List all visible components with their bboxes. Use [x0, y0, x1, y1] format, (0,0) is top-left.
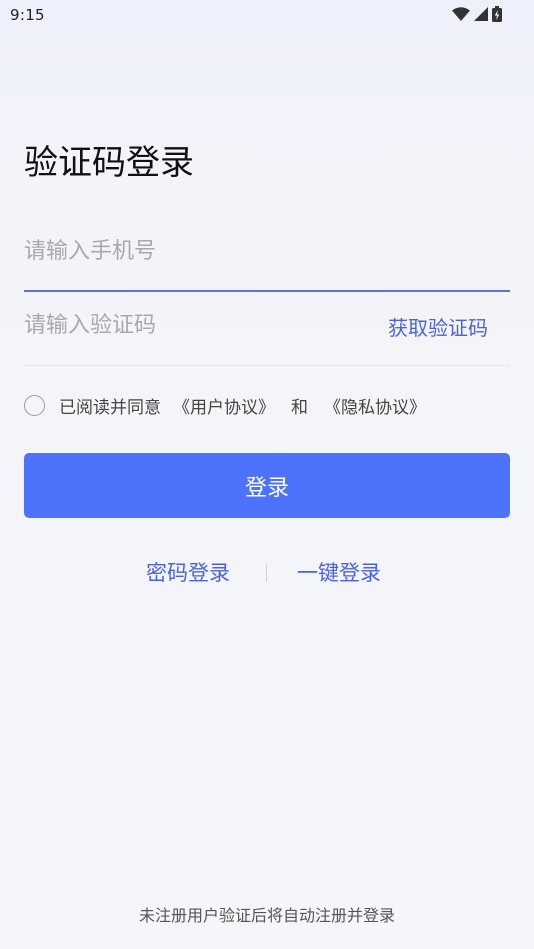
user-agreement-link[interactable]: 《用户协议》	[173, 393, 275, 418]
status-time: 9:15	[10, 6, 45, 24]
phone-input[interactable]	[24, 222, 510, 282]
status-bar: 9:15	[0, 0, 534, 30]
login-button[interactable]: 登录	[24, 453, 510, 518]
alt-login-divider	[266, 564, 267, 582]
code-input[interactable]	[24, 296, 364, 356]
cell-signal-icon	[474, 7, 488, 21]
code-field: 获取验证码	[24, 296, 510, 366]
agreement-checkbox[interactable]	[24, 394, 45, 416]
phone-field	[24, 222, 510, 292]
one-key-login-link[interactable]: 一键登录	[297, 556, 381, 590]
footer-note: 未注册用户验证后将自动注册并登录	[138, 906, 395, 925]
status-icons	[452, 6, 502, 22]
alt-login-options: 密码登录 一键登录	[0, 556, 534, 590]
agreement-row: 已阅读并同意 《用户协议》 和 《隐私协议》	[24, 390, 426, 420]
agreement-prefix: 已阅读并同意	[59, 397, 161, 418]
wifi-icon	[452, 7, 470, 21]
page-title: 验证码登录	[24, 143, 194, 183]
get-code-button[interactable]: 获取验证码	[388, 312, 488, 341]
agreement-and: 和	[291, 397, 308, 418]
battery-charging-icon	[492, 6, 502, 22]
password-login-link[interactable]: 密码登录	[146, 556, 230, 590]
privacy-policy-link[interactable]: 《隐私协议》	[324, 393, 426, 418]
